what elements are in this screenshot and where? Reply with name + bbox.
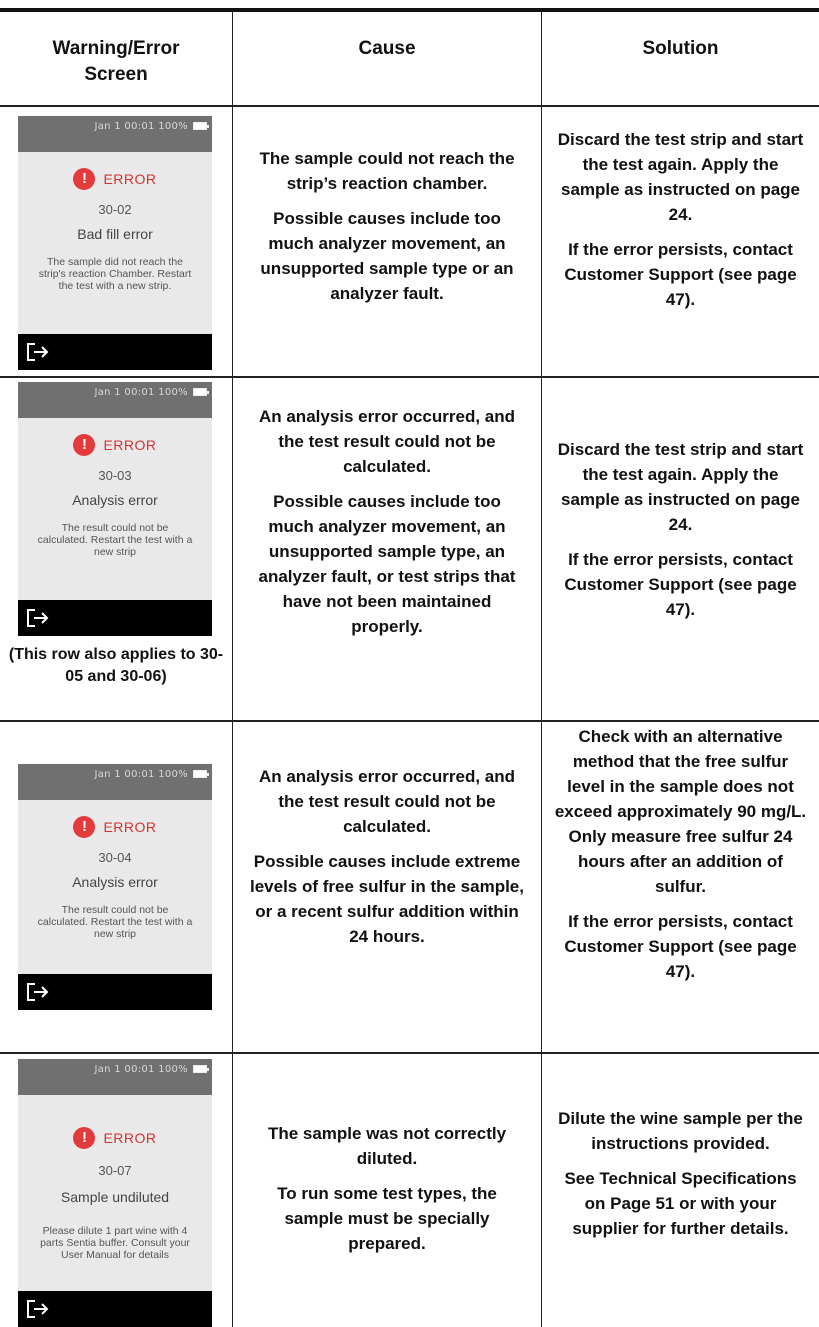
solution-text: Check with an alternative method that th… (554, 727, 807, 896)
device-screen-30-04: Jan 1 00:01 100% ! ERROR 30-04 Analysis e… (18, 764, 212, 1010)
cause-text: Possible causes include too much analyze… (258, 492, 516, 636)
error-message: The result could not be calculated. Rest… (37, 904, 193, 940)
column-divider-2 (541, 12, 542, 1327)
cause-text: Possible causes include too much analyze… (260, 209, 514, 303)
solution-cell: Discard the test strip and start the tes… (552, 437, 809, 622)
solution-text: Discard the test strip and start the tes… (557, 130, 804, 224)
cause-text: The sample was not correctly diluted. (267, 1124, 507, 1168)
device-screen-30-03: Jan 1 00:01 100% ! ERROR 30-03 Analysis e… (18, 382, 212, 636)
error-icon: ! (73, 1127, 96, 1149)
status-bar: Jan 1 00:01 100% (18, 382, 212, 418)
screen-bottom-bar (18, 600, 212, 636)
row-divider (0, 376, 819, 378)
status-text: Jan 1 00:01 100% (94, 769, 188, 780)
cause-text: The sample could not reach the strip’s r… (259, 149, 515, 193)
exit-icon[interactable] (26, 342, 50, 362)
error-heading: ! ERROR (18, 168, 212, 190)
solution-text: If the error persists, contact Customer … (564, 550, 797, 619)
error-title: Analysis error (72, 492, 158, 508)
column-divider-1 (232, 12, 233, 1327)
battery-icon (193, 770, 209, 778)
battery-icon (193, 388, 209, 396)
status-bar: Jan 1 00:01 100% (18, 764, 212, 800)
solution-cell: Dilute the wine sample per the instructi… (552, 1106, 809, 1241)
screen-bottom-bar (18, 334, 212, 370)
error-heading: ! ERROR (18, 434, 212, 456)
error-label: ERROR (103, 171, 157, 187)
error-message: The sample did not reach the strip's rea… (38, 256, 192, 292)
solution-text: Dilute the wine sample per the instructi… (558, 1109, 803, 1153)
header-divider (0, 105, 819, 107)
solution-cell: Discard the test strip and start the tes… (552, 127, 809, 312)
solution-text: If the error persists, contact Customer … (564, 912, 797, 981)
error-code: 30-03 (98, 468, 132, 483)
cause-text: Possible causes include extreme levels o… (250, 852, 524, 946)
row-note: (This row also applies to 30-05 and 30-0… (8, 646, 224, 685)
error-code: 30-02 (98, 202, 132, 217)
solution-text: Discard the test strip and start the tes… (557, 440, 804, 534)
solution-cell: Check with an alternative method that th… (552, 724, 809, 984)
device-screen-30-07: Jan 1 00:01 100% ! ERROR 30-07 Sample und… (18, 1059, 212, 1327)
status-text: Jan 1 00:01 100% (94, 1064, 188, 1075)
row-divider (0, 1052, 819, 1054)
cause-cell: An analysis error occurred, and the test… (250, 764, 524, 949)
screen-bottom-bar (18, 974, 212, 1010)
cause-cell: The sample could not reach the strip’s r… (250, 146, 524, 306)
status-bar: Jan 1 00:01 100% (18, 116, 212, 152)
header-solution: Solution (642, 38, 719, 59)
solution-text: If the error persists, contact Customer … (564, 240, 797, 309)
error-message: Please dilute 1 part wine with 4 parts S… (40, 1225, 190, 1261)
status-text: Jan 1 00:01 100% (94, 121, 188, 132)
cause-text: To run some test types, the sample must … (277, 1184, 497, 1253)
error-title: Analysis error (72, 874, 158, 890)
error-label: ERROR (103, 437, 157, 453)
status-text: Jan 1 00:01 100% (94, 387, 188, 398)
device-screen-30-02: Jan 1 00:01 100% ! ERROR 30-02 Bad fill e… (18, 116, 212, 370)
exit-icon[interactable] (26, 1299, 50, 1319)
error-heading: ! ERROR (18, 1127, 212, 1149)
table-top-rule (0, 8, 819, 12)
error-title: Sample undiluted (60, 1189, 170, 1205)
error-message: The result could not be calculated. Rest… (37, 522, 193, 558)
error-icon: ! (73, 816, 96, 838)
error-code: 30-04 (98, 850, 132, 865)
screen-bottom-bar (18, 1291, 212, 1327)
exit-icon[interactable] (26, 608, 50, 628)
error-title: Bad fill error (77, 226, 153, 242)
battery-icon (193, 122, 209, 130)
error-label: ERROR (103, 1130, 157, 1146)
cause-text: An analysis error occurred, and the test… (258, 767, 516, 836)
row-divider (0, 720, 819, 722)
cause-text: An analysis error occurred, and the test… (258, 407, 516, 476)
error-icon: ! (73, 168, 96, 190)
header-warning-error-screen: Warning/Error Screen (52, 38, 180, 85)
error-label: ERROR (103, 819, 157, 835)
header-cause: Cause (358, 38, 416, 59)
error-icon: ! (73, 434, 96, 456)
battery-icon (193, 1065, 209, 1073)
cause-cell: An analysis error occurred, and the test… (250, 404, 524, 639)
error-heading: ! ERROR (18, 816, 212, 838)
cause-cell: The sample was not correctly diluted. To… (250, 1121, 524, 1256)
error-code: 30-07 (98, 1163, 132, 1178)
solution-text: See Technical Specifications on Page 51 … (564, 1169, 797, 1238)
status-bar: Jan 1 00:01 100% (18, 1059, 212, 1095)
exit-icon[interactable] (26, 982, 50, 1002)
